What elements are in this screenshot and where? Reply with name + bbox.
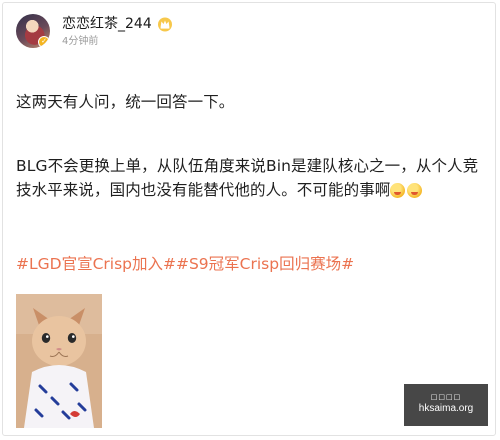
cat-photo[interactable]	[16, 294, 102, 428]
watermark-line-2: hksaima.org	[418, 403, 474, 414]
laughing-emoji-icon	[390, 183, 406, 198]
hashtag-lgd-crisp[interactable]: #LGD官宣Crisp加入#	[16, 253, 176, 275]
hashtag-row: #LGD官宣Crisp加入# #S9冠军Crisp回归赛场#	[16, 253, 354, 275]
vip-crown-icon[interactable]	[157, 16, 173, 32]
user-meta: 恋恋红茶_244 4分钟前	[62, 15, 173, 48]
post-timestamp: 4分钟前	[62, 35, 99, 47]
post-text-line-1: 这两天有人问，统一回答一下。	[16, 93, 235, 111]
emoji-group	[390, 183, 423, 198]
post-header: ✓ 恋恋红茶_244 4分钟前	[16, 14, 173, 48]
watermark-line-1: □□□□	[430, 393, 462, 401]
post-text-line-2: BLG不会更换上单，从队伍角度来说Bin是建队核心之一，从个人竞技水平来说，国内…	[16, 154, 488, 202]
avatar[interactable]: ✓	[16, 14, 50, 48]
cat-illustration	[16, 294, 102, 428]
verified-badge-icon: ✓	[38, 36, 50, 48]
hashtag-s9-crisp[interactable]: #S9冠军Crisp回归赛场#	[176, 253, 354, 275]
laughing-emoji-icon	[407, 183, 423, 198]
user-line: 恋恋红茶_244	[62, 15, 173, 33]
site-watermark: □□□□ hksaima.org	[404, 384, 488, 426]
username[interactable]: 恋恋红茶_244	[62, 15, 152, 33]
